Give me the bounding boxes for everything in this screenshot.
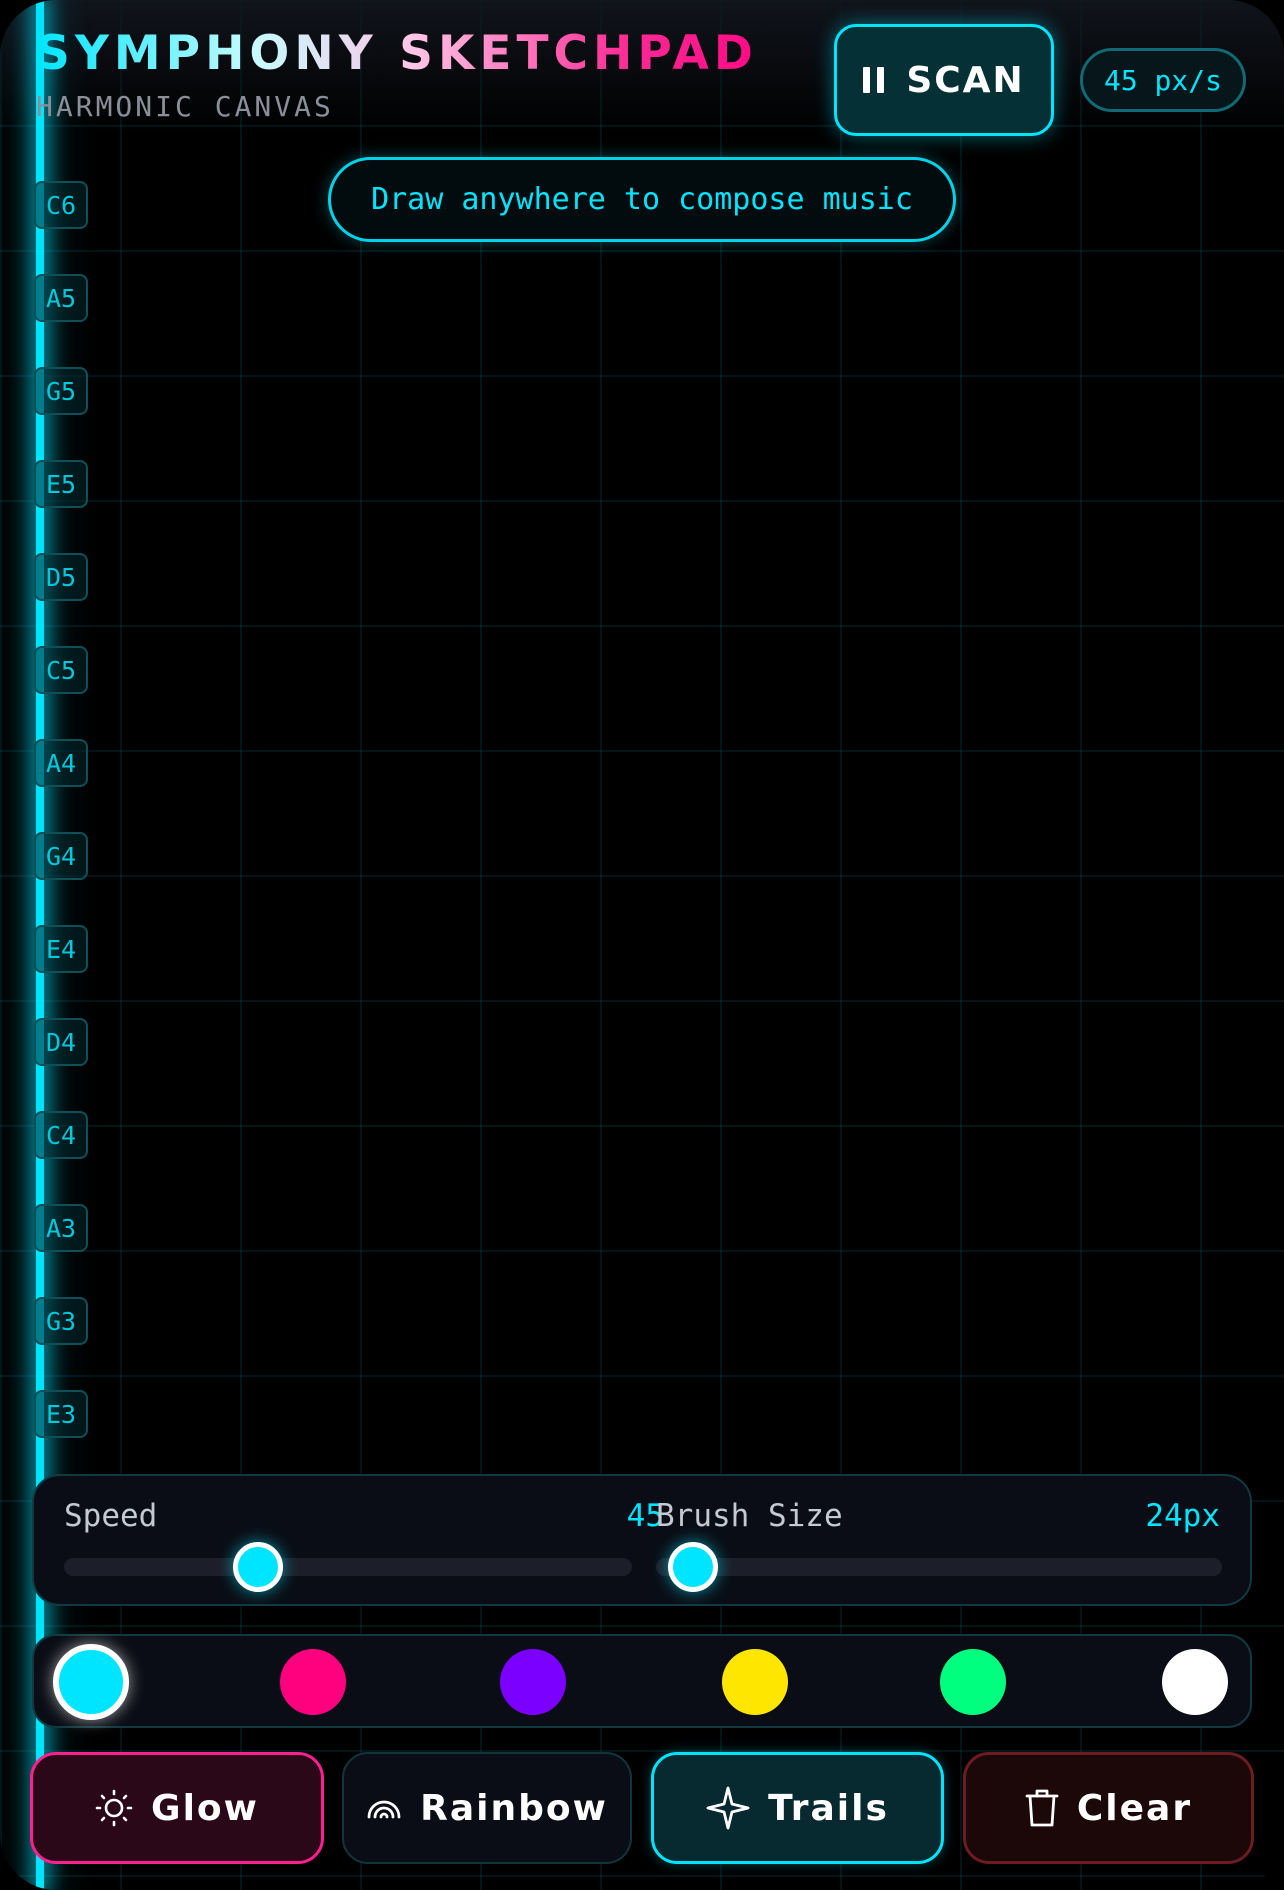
clear-button[interactable]: Clear bbox=[963, 1752, 1254, 1864]
color-swatch[interactable] bbox=[1162, 1649, 1228, 1715]
drawing-canvas[interactable] bbox=[0, 0, 1284, 1890]
brush-size-slider-value: 24px bbox=[1145, 1498, 1220, 1534]
note-label: D4 bbox=[34, 1018, 88, 1066]
speed-slider-thumb[interactable] bbox=[233, 1542, 284, 1592]
note-label: A3 bbox=[34, 1204, 88, 1252]
note-label: G3 bbox=[34, 1297, 88, 1345]
note-label: C4 bbox=[34, 1111, 88, 1159]
color-swatch[interactable] bbox=[500, 1649, 566, 1715]
scan-toggle-button[interactable]: SCAN bbox=[834, 24, 1054, 136]
app-screen: SYMPHONY SKETCHPAD HARMONIC CANVAS SCAN … bbox=[0, 0, 1284, 1890]
trails-button-label: Trails bbox=[768, 1787, 889, 1829]
brush-size-slider-thumb[interactable] bbox=[667, 1542, 718, 1592]
note-label: G5 bbox=[34, 367, 88, 415]
speed-slider-value: 45 bbox=[626, 1498, 664, 1534]
note-label: C6 bbox=[34, 181, 88, 229]
trails-button[interactable]: Trails bbox=[651, 1752, 944, 1864]
sun-icon bbox=[95, 1789, 133, 1827]
note-label: E3 bbox=[34, 1390, 88, 1438]
speed-slider-track[interactable] bbox=[64, 1558, 632, 1576]
note-label: E4 bbox=[34, 925, 88, 973]
color-swatch[interactable] bbox=[280, 1649, 346, 1715]
color-palette bbox=[32, 1634, 1252, 1728]
note-label: C5 bbox=[34, 646, 88, 694]
speed-slider-label: Speed bbox=[64, 1498, 158, 1534]
glow-button-label: Glow bbox=[151, 1787, 259, 1829]
note-label: A5 bbox=[34, 274, 88, 322]
rainbow-button[interactable]: Rainbow bbox=[342, 1752, 632, 1864]
color-swatch[interactable] bbox=[940, 1649, 1006, 1715]
app-title: SYMPHONY SKETCHPAD bbox=[36, 26, 758, 81]
rainbow-button-label: Rainbow bbox=[420, 1787, 608, 1829]
glow-button[interactable]: Glow bbox=[30, 1752, 324, 1864]
speed-readout-badge: 45 px/s bbox=[1080, 48, 1246, 112]
app-subtitle: HARMONIC CANVAS bbox=[36, 90, 334, 123]
sparkle-icon bbox=[706, 1786, 750, 1830]
note-label: D5 bbox=[34, 553, 88, 601]
color-swatch[interactable] bbox=[53, 1644, 129, 1720]
rainbow-icon bbox=[367, 1800, 401, 1819]
sliders-panel: Speed 45 Brush Size 24px bbox=[32, 1474, 1252, 1606]
note-label: G4 bbox=[34, 832, 88, 880]
scan-button-label: SCAN bbox=[906, 59, 1025, 101]
note-label: E5 bbox=[34, 460, 88, 508]
color-swatch[interactable] bbox=[722, 1649, 788, 1715]
trash-icon bbox=[1025, 1789, 1059, 1827]
hint-banner: Draw anywhere to compose music bbox=[328, 157, 956, 242]
pause-icon bbox=[863, 67, 885, 93]
note-label: A4 bbox=[34, 739, 88, 787]
brush-size-slider-label: Brush Size bbox=[656, 1498, 843, 1534]
clear-button-label: Clear bbox=[1076, 1787, 1193, 1829]
brush-size-slider-track[interactable] bbox=[656, 1558, 1222, 1576]
